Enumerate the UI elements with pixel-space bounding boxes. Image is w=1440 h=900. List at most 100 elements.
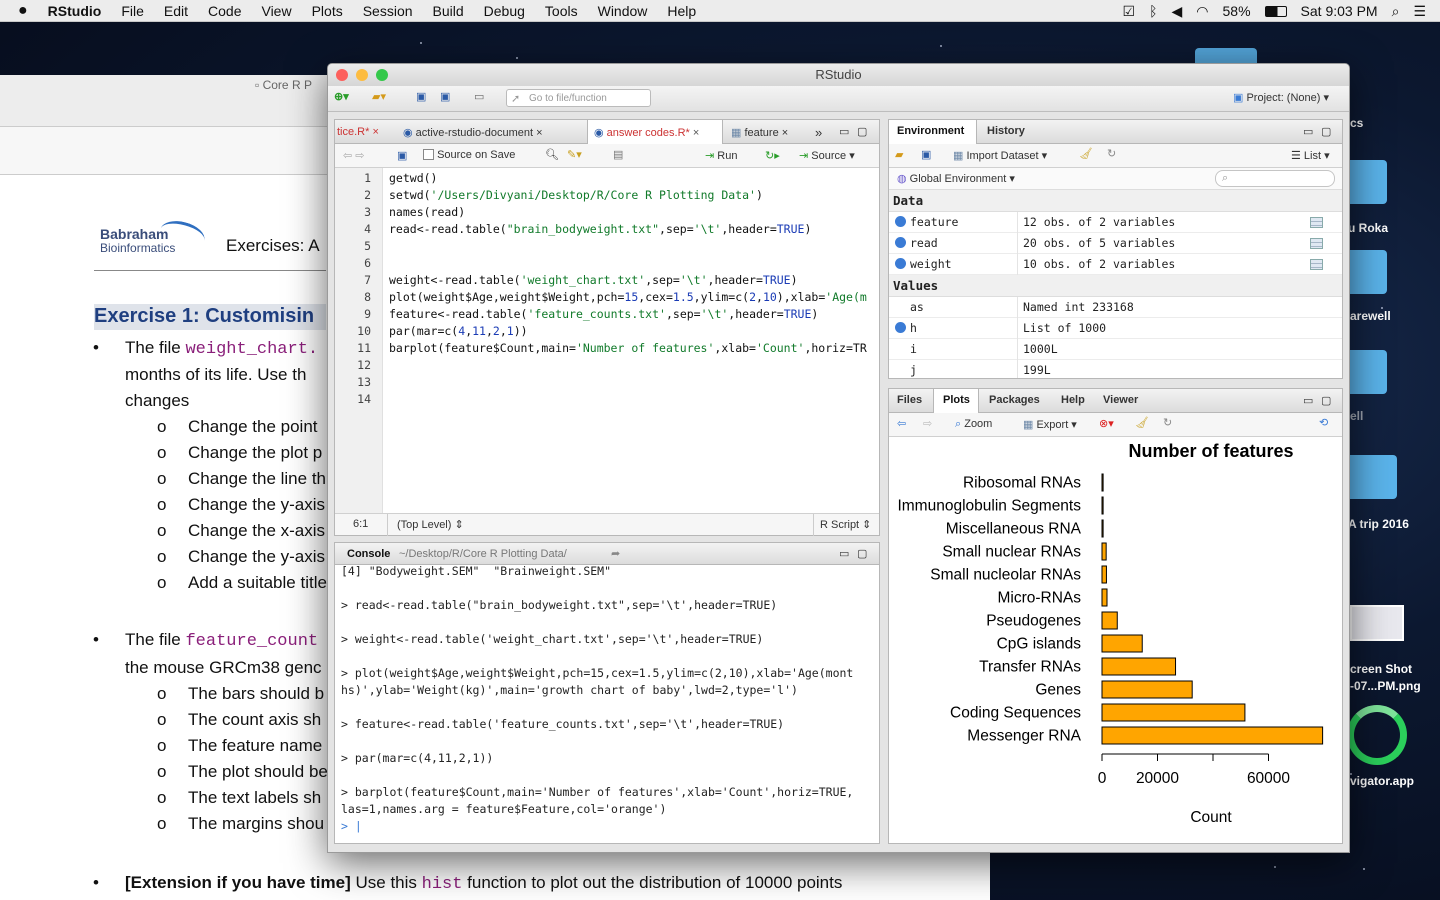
console-prompt[interactable]: > | — [341, 818, 875, 835]
new-file-icon[interactable]: ⊕▾ — [334, 90, 349, 103]
code-line[interactable]: par(mar=c(4,11,2,1)) — [389, 323, 877, 340]
code-editor[interactable]: getwd() setwd('/Users/Divyani/Desktop/R/C… — [389, 170, 877, 510]
save-icon[interactable]: ▣ — [416, 90, 426, 103]
maximize-pane-icon[interactable]: ▢ — [857, 547, 867, 560]
environment-row[interactable]: h List of 1000 — [889, 318, 1342, 339]
console-tab[interactable]: Console — [347, 548, 390, 560]
code-line[interactable] — [389, 374, 877, 391]
code-line[interactable]: getwd() — [389, 170, 877, 187]
bluetooth-icon[interactable]: ᛒ — [1149, 3, 1157, 19]
close-tab-icon[interactable]: × — [693, 127, 699, 139]
expand-icon[interactable] — [895, 258, 906, 269]
volume-icon[interactable]: ◀ — [1172, 3, 1183, 20]
view-data-grid-icon[interactable] — [1310, 238, 1323, 249]
menu-session[interactable]: Session — [353, 3, 423, 19]
refresh-icon[interactable]: ↻ — [1163, 416, 1172, 429]
environment-row[interactable]: feature 12 obs. of 2 variables — [889, 212, 1342, 233]
checkmark-icon[interactable]: ☑ — [1123, 3, 1136, 20]
tab-viewer[interactable]: Viewer — [1103, 394, 1138, 406]
expand-icon[interactable] — [895, 237, 906, 248]
view-data-grid-icon[interactable] — [1310, 259, 1323, 270]
zoom-window-button[interactable] — [376, 69, 388, 81]
view-data-grid-icon[interactable] — [1310, 217, 1323, 228]
source-on-save-checkbox[interactable]: Source on Save — [423, 149, 515, 161]
environment-search-input[interactable]: ⌕ — [1215, 170, 1335, 187]
environment-row[interactable]: weight 10 obs. of 2 variables — [889, 254, 1342, 275]
sync-icon[interactable]: ⟲ — [1319, 416, 1328, 429]
expand-icon[interactable] — [895, 216, 906, 227]
battery-percent[interactable]: 58% — [1223, 3, 1251, 19]
back-arrow-icon[interactable]: ⇦ ⇨ — [343, 149, 365, 162]
code-line[interactable]: barplot(feature$Count,main='Number of fe… — [389, 340, 877, 357]
navigator-app-icon[interactable] — [1347, 705, 1407, 765]
source-tab[interactable]: ◉ active-rstudio-document × — [403, 126, 543, 139]
save-workspace-icon[interactable]: ▣ — [921, 148, 931, 161]
menu-app[interactable]: RStudio — [38, 3, 112, 19]
environment-scope-menu[interactable]: ◍ Global Environment ▾ — [897, 172, 1015, 185]
export-button[interactable]: ▦ Export ▾ — [1023, 418, 1077, 431]
apple-icon[interactable]: ● — [0, 2, 38, 20]
code-line[interactable] — [389, 391, 877, 408]
clear-broom-icon[interactable]: 🧹︎ — [1079, 147, 1093, 160]
code-line[interactable]: feature<-read.table('feature_counts.txt'… — [389, 306, 877, 323]
menu-plots[interactable]: Plots — [302, 3, 353, 19]
environment-row[interactable]: as Named int 233168 — [889, 297, 1342, 318]
zoom-button[interactable]: ⌕ Zoom — [955, 418, 992, 431]
rerun-icon[interactable]: ↻▸ — [765, 149, 780, 162]
close-tab-icon[interactable]: × — [782, 127, 788, 139]
source-button[interactable]: ⇥ Source ▾ — [799, 149, 855, 162]
go-to-directory-icon[interactable]: ➦ — [611, 547, 620, 560]
save-icon[interactable]: ▣ — [397, 149, 407, 162]
expand-icon[interactable] — [895, 322, 906, 333]
close-tab-icon[interactable]: × — [536, 127, 542, 139]
tab-files[interactable]: Files — [897, 394, 922, 406]
notification-center-icon[interactable]: ☰ — [1413, 3, 1426, 20]
view-mode-menu[interactable]: ☰ List ▾ — [1291, 149, 1330, 162]
code-line[interactable]: weight<-read.table('weight_chart.txt',se… — [389, 272, 877, 289]
console-output[interactable]: [4] "Bodyweight.SEM" "Brainweight.SEM" >… — [341, 563, 875, 835]
save-all-icon[interactable]: ▣ — [440, 90, 450, 103]
source-tab-active[interactable]: ◉ answer codes.R* × — [587, 120, 723, 144]
tab-help[interactable]: Help — [1061, 394, 1085, 406]
code-line[interactable]: setwd('/Users/Divyani/Desktop/R/Core R P… — [389, 187, 877, 204]
menu-build[interactable]: Build — [423, 3, 474, 19]
remove-plot-icon[interactable]: ⊗▾ — [1099, 417, 1114, 430]
environment-row[interactable]: read 20 obs. of 5 variables — [889, 233, 1342, 254]
maximize-pane-icon[interactable]: ▢ — [857, 125, 867, 138]
magic-wand-icon[interactable]: ✎▾ — [567, 148, 582, 161]
menu-window[interactable]: Window — [588, 3, 658, 19]
run-button[interactable]: ⇥ Run — [705, 149, 737, 162]
menu-view[interactable]: View — [251, 3, 301, 19]
scope-menu[interactable]: (Top Level) ⇕ — [397, 518, 464, 531]
code-line[interactable]: read<-read.table("brain_bodyweight.txt",… — [389, 221, 877, 238]
maximize-pane-icon[interactable]: ▢ — [1321, 125, 1331, 138]
tab-packages[interactable]: Packages — [989, 394, 1040, 406]
more-tabs-icon[interactable]: » — [815, 125, 822, 140]
minimize-window-button[interactable] — [356, 69, 368, 81]
search-icon[interactable]: 🔍︎ — [545, 148, 559, 161]
spotlight-search-icon[interactable]: ⌕ — [1392, 3, 1400, 20]
screenshot-thumbnail-icon[interactable] — [1350, 605, 1404, 641]
file-type-menu[interactable]: R Script ⇕ — [820, 518, 871, 531]
code-line[interactable]: plot(weight$Age,weight$Weight,pch=15,cex… — [389, 289, 877, 306]
close-tab-icon[interactable]: × — [372, 126, 378, 138]
next-plot-icon[interactable]: ⇨ — [923, 417, 932, 430]
tab-plots[interactable]: Plots — [933, 389, 979, 413]
environment-row[interactable]: i 1000L — [889, 339, 1342, 360]
close-window-button[interactable] — [336, 69, 348, 81]
source-tab[interactable]: ▦ feature × — [731, 126, 788, 139]
menu-edit[interactable]: Edit — [154, 3, 198, 19]
print-icon[interactable]: ▭ — [474, 90, 484, 103]
minimize-pane-icon[interactable]: ▭ — [839, 125, 849, 138]
clear-all-plots-icon[interactable]: 🧹︎ — [1135, 416, 1149, 429]
menu-file[interactable]: File — [111, 3, 154, 19]
tab-environment[interactable]: Environment — [889, 120, 977, 144]
import-dataset-button[interactable]: ▦ Import Dataset ▾ — [953, 149, 1047, 162]
tab-history[interactable]: History — [987, 125, 1025, 137]
menu-code[interactable]: Code — [198, 3, 251, 19]
code-line[interactable] — [389, 255, 877, 272]
previous-plot-icon[interactable]: ⇦ — [897, 417, 906, 430]
refresh-icon[interactable]: ↻ — [1107, 147, 1116, 160]
menu-tools[interactable]: Tools — [535, 3, 588, 19]
environment-row[interactable]: j 199L — [889, 360, 1342, 378]
